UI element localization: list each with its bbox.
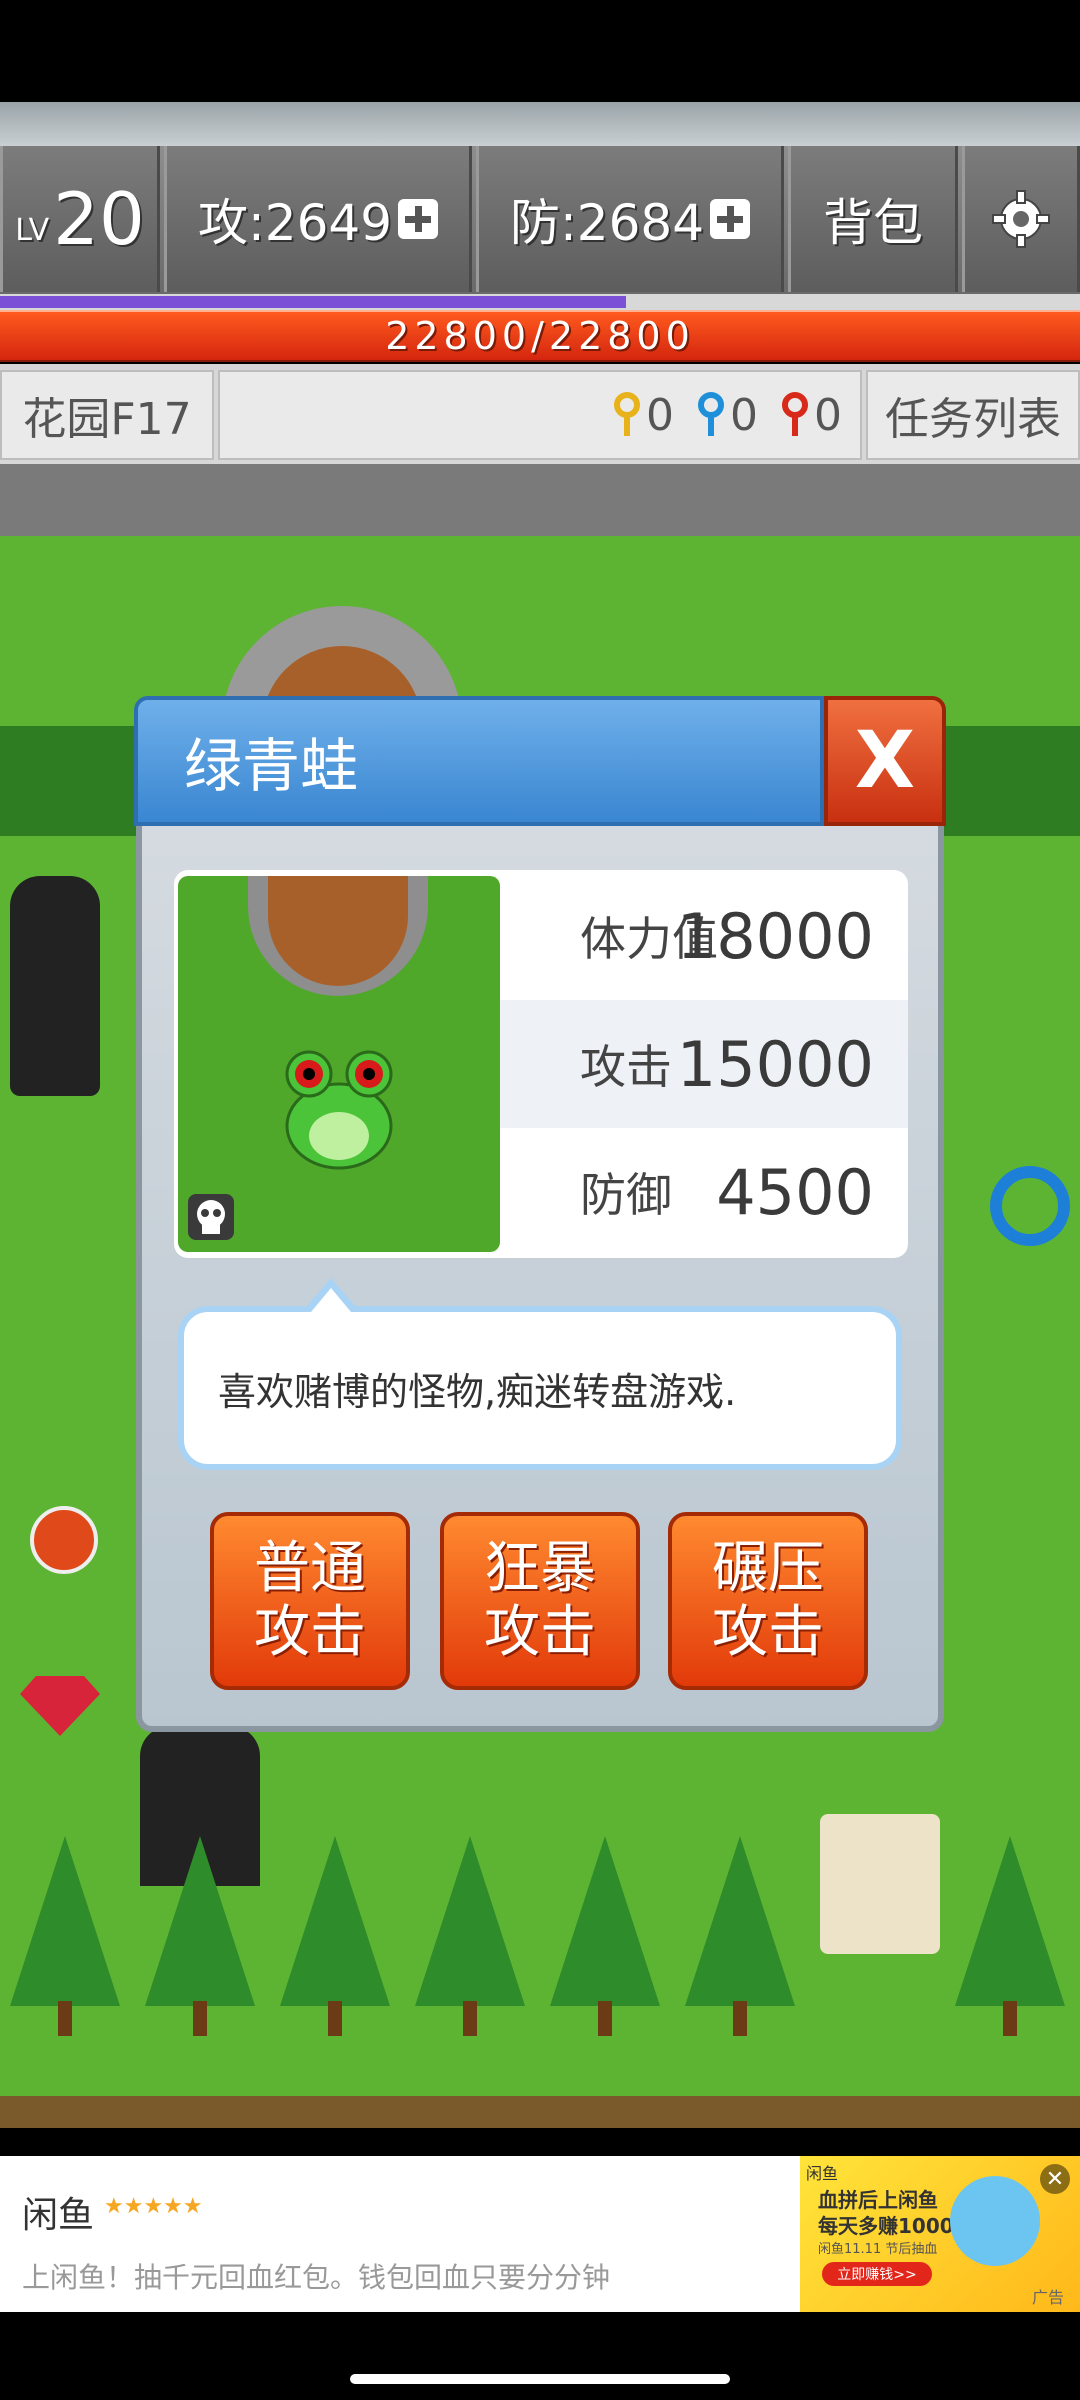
blue-key-count: 0 — [730, 389, 758, 441]
description-bubble: 喜欢赌博的怪物,痴迷转盘游戏. — [178, 1306, 902, 1470]
red-potion[interactable] — [30, 1506, 98, 1574]
dialog-header: 绿青蛙 — [134, 696, 824, 826]
defense-value: 4500 — [716, 1155, 874, 1229]
tree — [280, 1836, 390, 2036]
home-indicator[interactable] — [350, 2374, 730, 2384]
monster-name: 绿青蛙 — [184, 732, 359, 800]
normal-attack-label: 普通 攻击 — [254, 1536, 366, 1665]
quest-list-label: 任务列表 — [885, 394, 1061, 445]
floor-box: 花园F17 — [0, 370, 214, 460]
info-bar: 花园F17 0 0 0 任务列表 — [0, 364, 1080, 467]
berserk-attack-button[interactable]: 狂暴 攻击 — [440, 1512, 640, 1690]
add-defense-icon[interactable] — [710, 199, 751, 239]
ad-banner-brand: 闲鱼 — [806, 2164, 839, 2183]
hp-value: 18000 — [676, 899, 874, 973]
ad-banner-line1: 血拼后上闲鱼 — [818, 2188, 938, 2212]
status-bar-area — [0, 0, 1080, 102]
monster-description: 喜欢赌博的怪物,痴迷转盘游戏. — [218, 1369, 737, 1414]
level-prefix: LV — [15, 212, 50, 248]
ad-app-name: 闲鱼 — [22, 2195, 95, 2236]
exp-bar-fill — [0, 296, 626, 308]
settings-button[interactable] — [962, 146, 1080, 292]
monster-portrait — [178, 876, 500, 1252]
crush-attack-button[interactable]: 碾压 攻击 — [668, 1512, 868, 1690]
defense-label: 防御 — [580, 1168, 672, 1222]
red-gem[interactable] — [20, 1676, 100, 1736]
quest-list-button[interactable]: 任务列表 — [866, 370, 1080, 460]
normal-attack-button[interactable]: 普通 攻击 — [210, 1512, 410, 1690]
blue-key-item[interactable] — [990, 1166, 1070, 1246]
ground-border — [0, 2096, 1080, 2128]
level-value: 20 — [53, 177, 145, 261]
red-key-count: 0 — [814, 389, 842, 441]
tree — [955, 1836, 1065, 2036]
crush-attack-label: 碾压 攻击 — [712, 1536, 824, 1665]
stat-row-hp: 体力值 18000 — [500, 872, 908, 1000]
close-icon: X — [854, 716, 916, 806]
yellow-key-count: 0 — [646, 389, 674, 441]
red-key-icon — [782, 392, 808, 438]
add-attack-icon[interactable] — [398, 199, 439, 239]
skull-icon — [188, 1194, 234, 1240]
tree — [10, 1836, 120, 2036]
green-frog-icon — [285, 1050, 393, 1170]
level-box: LV 20 — [0, 146, 160, 292]
navigation-bar — [0, 2312, 1080, 2400]
close-button[interactable]: X — [824, 696, 946, 826]
ad-banner[interactable]: 闲鱼 ★★★★★ 上闲鱼！抽千元回血红包。钱包回血只要分分钟 闲鱼 血拼后上闲鱼… — [0, 2156, 1080, 2312]
blue-key-icon — [698, 392, 724, 438]
stone-tile — [820, 1814, 940, 1954]
gear-icon — [992, 190, 1050, 248]
bubble-tail-inner — [311, 1288, 351, 1312]
attack-stat: 攻:2649 — [197, 194, 393, 252]
ad-close-icon[interactable]: ✕ — [1040, 2164, 1070, 2194]
attack-value: 15000 — [676, 1027, 874, 1101]
ad-image[interactable]: 闲鱼 血拼后上闲鱼 每天多赚1000元 闲鱼11.11 节后抽血 立即赚钱>> … — [800, 2156, 1080, 2312]
ad-banner-button[interactable]: 立即赚钱>> — [822, 2262, 932, 2286]
tree — [550, 1836, 660, 2036]
ad-tag: 广告 — [1032, 2288, 1065, 2307]
floor-label: 花园F17 — [22, 394, 192, 445]
ad-rating-stars: ★★★★★ — [104, 2194, 203, 2219]
hp-bar: 22800/22800 — [0, 310, 1080, 362]
defense-stat: 防:2684 — [509, 194, 705, 252]
ad-text: 上闲鱼！抽千元回血红包。钱包回血只要分分钟 — [22, 2261, 611, 2294]
bag-button[interactable]: 背包 — [788, 146, 958, 292]
keys-box: 0 0 0 — [218, 370, 862, 460]
attack-box[interactable]: 攻:2649 — [164, 146, 472, 292]
guard-character[interactable] — [10, 876, 100, 1096]
stat-row-attack: 攻击 15000 — [500, 1000, 908, 1128]
berserk-attack-label: 狂暴 攻击 — [484, 1536, 596, 1665]
divider-strip — [0, 464, 1080, 542]
hp-text: 22800/22800 — [385, 314, 695, 358]
tree — [415, 1836, 525, 2036]
yellow-key-icon — [614, 392, 640, 438]
ad-banner-line3: 闲鱼11.11 节后抽血 — [818, 2242, 938, 2257]
stat-row-defense: 防御 4500 — [500, 1128, 908, 1256]
attack-label: 攻击 — [580, 1040, 672, 1094]
tree — [685, 1836, 795, 2036]
defense-box[interactable]: 防:2684 — [476, 146, 784, 292]
cloud-decoration — [0, 102, 1080, 146]
bag-label: 背包 — [823, 194, 923, 252]
tree — [145, 1836, 255, 2036]
ad-mascot — [950, 2176, 1040, 2266]
stats-bar: LV 20 攻:2649 防:2684 背包 — [0, 146, 1080, 294]
